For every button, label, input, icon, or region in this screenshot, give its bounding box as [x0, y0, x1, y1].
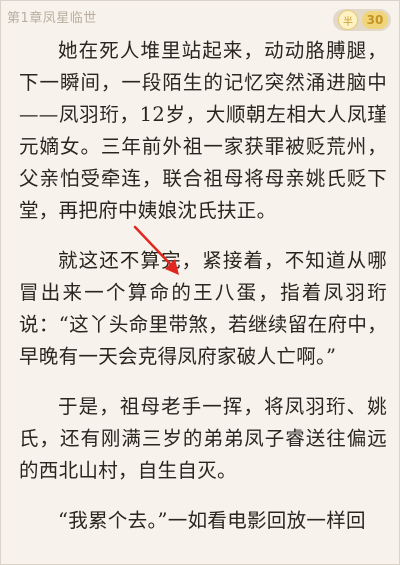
paragraph: 她在死人堆里站起来，动动胳膊腿，下一瞬间，一段陌生的记忆突然涌进脑中——凤羽珩，… [19, 39, 387, 222]
paragraph: 就这还不算完，紧接着，不知道从哪冒出来一个算命的王八蛋，指着凤羽珩说：“这丫头命… [19, 249, 387, 368]
coin-icon: 半 [338, 10, 358, 30]
paragraph: “我累个去。”一如看电影回放一样回 [58, 509, 366, 532]
coin-count: 30 [362, 11, 388, 29]
chapter-content: 她在死人堆里站起来，动动胳膊腿，下一瞬间，一段陌生的记忆突然涌进脑中——凤羽珩，… [19, 35, 387, 555]
chapter-title: 第1章凤星临世 [7, 11, 97, 26]
coin-balance-badge[interactable]: 半 30 [333, 9, 391, 31]
paragraph: 于是，祖母老手一挥，将凤羽珩、姚氏，还有刚满三岁的弟弟凤子睿送往偏远的西北山村，… [19, 395, 387, 482]
reader-header: 第1章凤星临世 半 30 [1, 1, 399, 31]
